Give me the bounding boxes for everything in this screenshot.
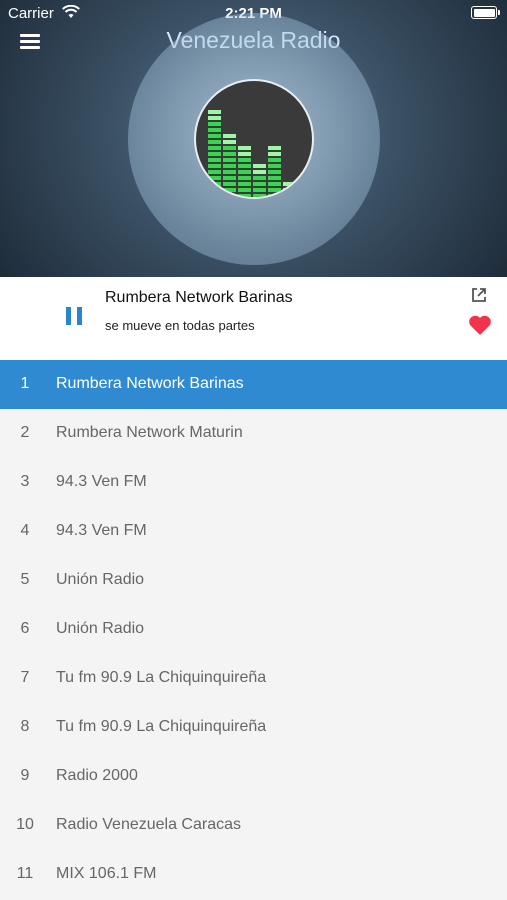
station-name: Radio 2000 <box>56 767 138 784</box>
station-number: 10 <box>16 816 34 833</box>
station-row[interactable]: 4 94.3 Ven FM <box>0 507 507 556</box>
station-name: 94.3 Ven FM <box>56 522 147 539</box>
station-name: Tu fm 90.9 La Chiquinquireña <box>56 718 267 735</box>
station-number: 2 <box>20 424 30 441</box>
battery-icon <box>471 6 500 19</box>
station-row[interactable]: 10 Radio Venezuela Caracas <box>0 801 507 850</box>
station-row[interactable]: 9 Radio 2000 <box>0 752 507 801</box>
station-row[interactable]: 6 Unión Radio <box>0 605 507 654</box>
equalizer-icon <box>208 110 296 197</box>
station-name: Rumbera Network Maturin <box>56 424 243 441</box>
station-row[interactable]: 3 94.3 Ven FM <box>0 458 507 507</box>
station-list: 1 Rumbera Network Barinas 2 Rumbera Network… <box>0 360 507 899</box>
station-row[interactable]: 2 Rumbera Network Maturin <box>0 409 507 458</box>
station-name: MIX 106.1 FM <box>56 865 157 882</box>
station-name: Rumbera Network Barinas <box>56 375 244 392</box>
station-number: 3 <box>20 473 30 490</box>
station-row[interactable]: 11 MIX 106.1 FM <box>0 850 507 899</box>
station-row[interactable]: 5 Unión Radio <box>0 556 507 605</box>
now-playing-title: Rumbera Network Barinas <box>105 289 293 306</box>
station-number: 5 <box>20 571 30 588</box>
pause-button[interactable] <box>66 307 82 325</box>
station-name: Unión Radio <box>56 620 145 637</box>
pause-icon <box>66 307 71 325</box>
station-number: 1 <box>20 375 30 392</box>
station-name: 94.3 Ven FM <box>56 473 147 490</box>
station-number: 11 <box>16 865 34 882</box>
station-number: 7 <box>20 669 30 686</box>
station-name: Unión Radio <box>56 571 145 588</box>
artwork-disc <box>194 79 314 199</box>
share-icon[interactable] <box>471 287 487 303</box>
station-row[interactable]: 8 Tu fm 90.9 La Chiquinquireña <box>0 703 507 752</box>
header: Carrier 2:21 PM Venezuela Radio <box>0 0 507 277</box>
station-row[interactable]: 7 Tu fm 90.9 La Chiquinquireña <box>0 654 507 703</box>
now-playing-subtitle: se mueve en todas partes <box>105 318 255 333</box>
heart-icon[interactable] <box>468 314 492 336</box>
station-number: 4 <box>20 522 30 539</box>
station-name: Tu fm 90.9 La Chiquinquireña <box>56 669 267 686</box>
station-number: 6 <box>20 620 30 637</box>
station-number: 9 <box>20 767 30 784</box>
station-number: 8 <box>20 718 30 735</box>
station-row[interactable]: 1 Rumbera Network Barinas <box>0 360 507 409</box>
station-name: Radio Venezuela Caracas <box>56 816 242 833</box>
